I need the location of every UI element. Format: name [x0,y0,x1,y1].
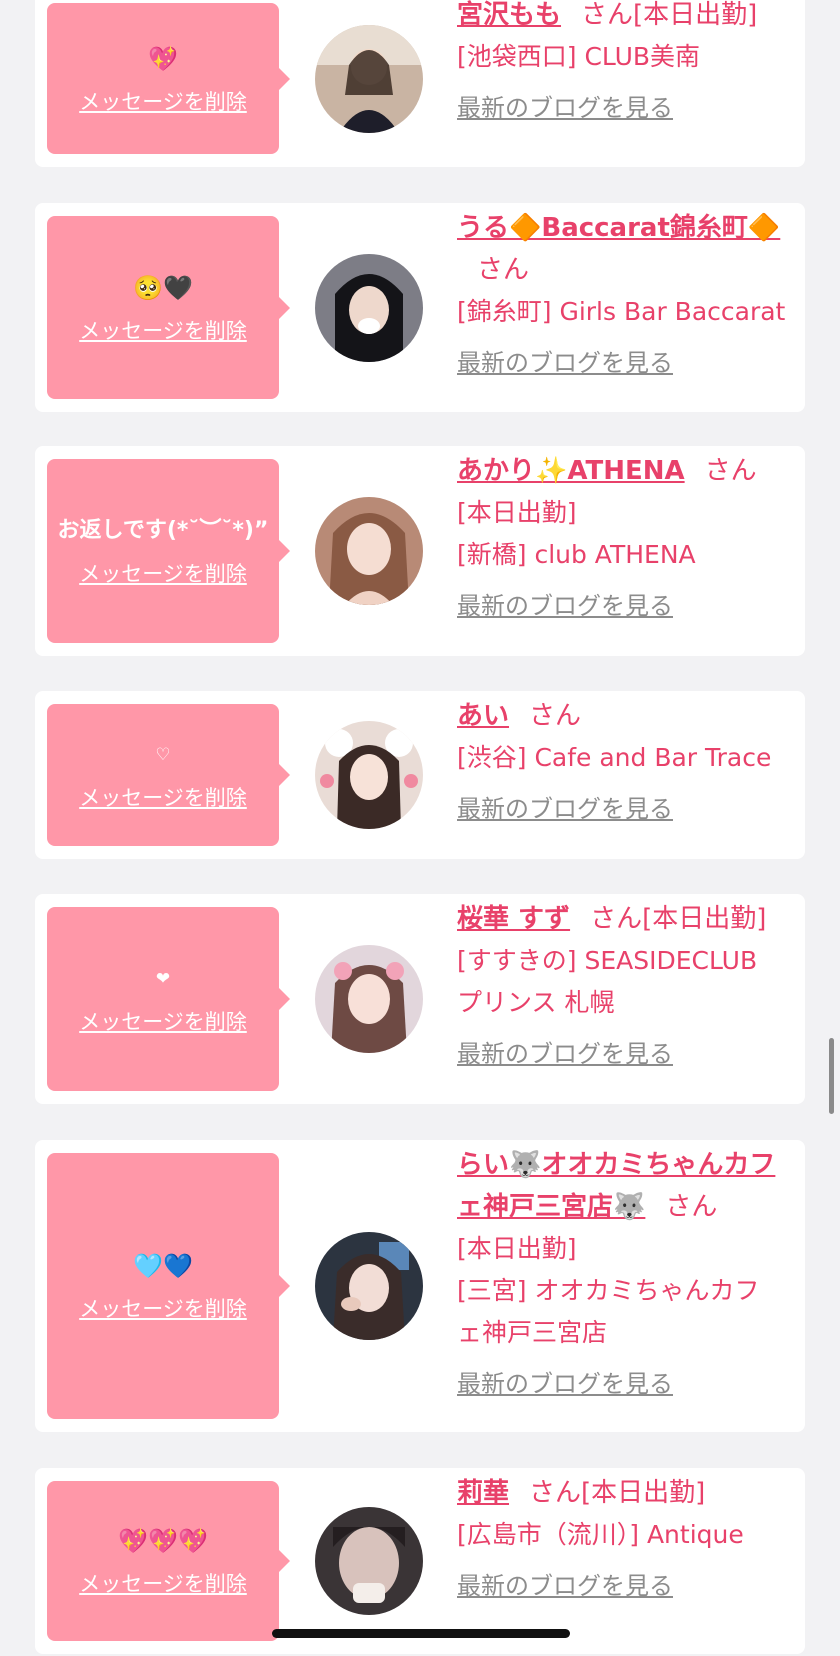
cast-info: あかり✨ATHENA さん [本日出勤] [新橋] club ATHENA 最新の… [457,450,799,621]
honorific: さん [529,1478,582,1508]
cast-name-link[interactable]: 桜華 すず [457,904,570,934]
message-text: ❤ [155,969,171,989]
cast-title: あかり✨ATHENA さん [457,450,799,492]
shop-line: [広島市（流川）] Antique [457,1520,744,1549]
shop-line: [池袋西口] CLUB美南 [457,42,701,71]
status-text: [本日出勤] [633,0,758,30]
shop-line: [錦糸町] Girls Bar Baccarat [457,297,786,326]
message-bubble: ♡ メッセージを削除 [47,704,290,846]
cast-info: うる🔶Baccarat錦糸町🔶 さん [錦糸町] Girls Bar Baccar… [457,207,799,378]
honorific: さん [590,904,643,934]
message-bubble: 🩵💙 メッセージを削除 [47,1153,290,1419]
avatar[interactable] [315,1232,423,1340]
delete-message-link[interactable]: メッセージを削除 [79,1568,247,1598]
cast-info: 莉華 さん[本日出勤] [広島市（流川）] Antique 最新のブログを見る [457,1472,799,1601]
message-card: 🥺🖤 メッセージを削除 うる🔶Baccarat錦糸町🔶 さん [錦糸町] Girl… [35,203,805,412]
message-text: 🩵💙 [133,1252,193,1280]
message-bubble: 💖 メッセージを削除 [47,3,290,154]
avatar[interactable] [315,721,423,829]
message-bubble: 💖💖💖 メッセージを削除 [47,1481,290,1641]
cast-name-link[interactable]: 莉華 [457,1478,509,1508]
avatar[interactable] [315,945,423,1053]
cast-info: 桜華 すず さん[本日出勤] [すすきの] SEASIDECLUB プリンス 札幌… [457,898,799,1069]
cast-info: らい🐺オオカミちゃんカフェ神戸三宮店🐺 さん [本日出勤] [三宮] オオカミちゃ… [457,1144,799,1399]
status-line: [本日出勤] [457,1234,577,1263]
shop-line-cont: ェ神戸三宮店 [457,1318,608,1347]
honorific: さん [581,0,634,30]
avatar[interactable] [315,497,423,605]
message-bubble: ❤ メッセージを削除 [47,907,290,1091]
shop-line-cont: プリンス 札幌 [457,988,615,1017]
shop-line: [三宮] オオカミちゃんカフ [457,1276,760,1305]
cast-title: 宮沢もも さん[本日出勤] [457,0,799,36]
latest-blog-link[interactable]: 最新のブログを見る [457,586,673,621]
status-text: [本日出勤] [642,904,767,934]
shop-line: [渋谷] Cafe and Bar Trace [457,743,772,772]
scrollbar[interactable] [829,1038,834,1114]
honorific: さん [665,1192,718,1222]
delete-message-link[interactable]: メッセージを削除 [79,558,247,588]
message-text: 💖💖💖 [118,1527,208,1555]
latest-blog-link[interactable]: 最新のブログを見る [457,1034,673,1069]
shop-line: [すすきの] SEASIDECLUB [457,946,758,975]
cast-title: 莉華 さん[本日出勤] [457,1472,799,1514]
latest-blog-link[interactable]: 最新のブログを見る [457,1364,673,1399]
delete-message-link[interactable]: メッセージを削除 [79,86,247,116]
message-card: 💖 メッセージを削除 宮沢もも さん[本日出勤] [池袋西口] CLUB美南 最新… [35,0,805,167]
message-card: お返しです(*˘︶˘*)” メッセージを削除 あかり✨ATHENA さん [本日出… [35,446,805,656]
cast-info: あい さん [渋谷] Cafe and Bar Trace 最新のブログを見る [457,695,799,824]
message-text: 🥺🖤 [133,273,193,302]
delete-message-link[interactable]: メッセージを削除 [79,782,247,812]
message-card: ❤ メッセージを削除 桜華 すず さん[本日出勤] [すすきの] SEASIDEC… [35,894,805,1104]
cast-name-link[interactable]: らい🐺オオカミちゃんカフェ神戸三宮店🐺 [457,1150,775,1222]
cast-title: 桜華 すず さん[本日出勤] [457,898,799,940]
honorific: さん [704,456,757,486]
delete-message-link[interactable]: メッセージを削除 [79,1006,247,1036]
cast-title: らい🐺オオカミちゃんカフェ神戸三宮店🐺 さん [457,1144,799,1228]
message-text: お返しです(*˘︶˘*)” [57,518,269,543]
honorific: さん [529,701,582,731]
cast-info: 宮沢もも さん[本日出勤] [池袋西口] CLUB美南 最新のブログを見る [457,0,799,123]
avatar[interactable] [315,253,423,362]
message-text: ♡ [155,745,171,765]
message-card: 🩵💙 メッセージを削除 らい🐺オオカミちゃんカフェ神戸三宮店🐺 さん [本日出勤]… [35,1140,805,1432]
message-text: 💖 [148,44,178,73]
cast-name-link[interactable]: あかり✨ATHENA [457,456,685,486]
avatar[interactable] [315,24,423,133]
cast-name-link[interactable]: 宮沢もも [457,0,561,30]
status-line: [本日出勤] [457,498,577,527]
latest-blog-link[interactable]: 最新のブログを見る [457,88,673,123]
latest-blog-link[interactable]: 最新のブログを見る [457,789,673,824]
delete-message-link[interactable]: メッセージを削除 [79,315,247,345]
cast-name-link[interactable]: うる🔶Baccarat錦糸町🔶 [457,213,780,243]
status-text: [本日出勤] [581,1478,706,1508]
delete-message-link[interactable]: メッセージを削除 [79,1293,247,1323]
latest-blog-link[interactable]: 最新のブログを見る [457,343,673,378]
honorific: さん [477,255,530,285]
cast-name-link[interactable]: あい [457,701,509,731]
cast-title: うる🔶Baccarat錦糸町🔶 さん [457,207,799,291]
message-card: ♡ メッセージを削除 あい さん [渋谷] Cafe and Bar Trace … [35,691,805,859]
shop-line: [新橋] club ATHENA [457,540,696,569]
home-indicator[interactable] [272,1629,570,1638]
message-card: 💖💖💖 メッセージを削除 莉華 さん[本日出勤] [広島市（流川）] Antiqu… [35,1468,805,1654]
latest-blog-link[interactable]: 最新のブログを見る [457,1566,673,1601]
cast-title: あい さん [457,695,799,737]
message-bubble: お返しです(*˘︶˘*)” メッセージを削除 [47,459,290,643]
message-bubble: 🥺🖤 メッセージを削除 [47,216,290,399]
avatar[interactable] [315,1507,423,1615]
